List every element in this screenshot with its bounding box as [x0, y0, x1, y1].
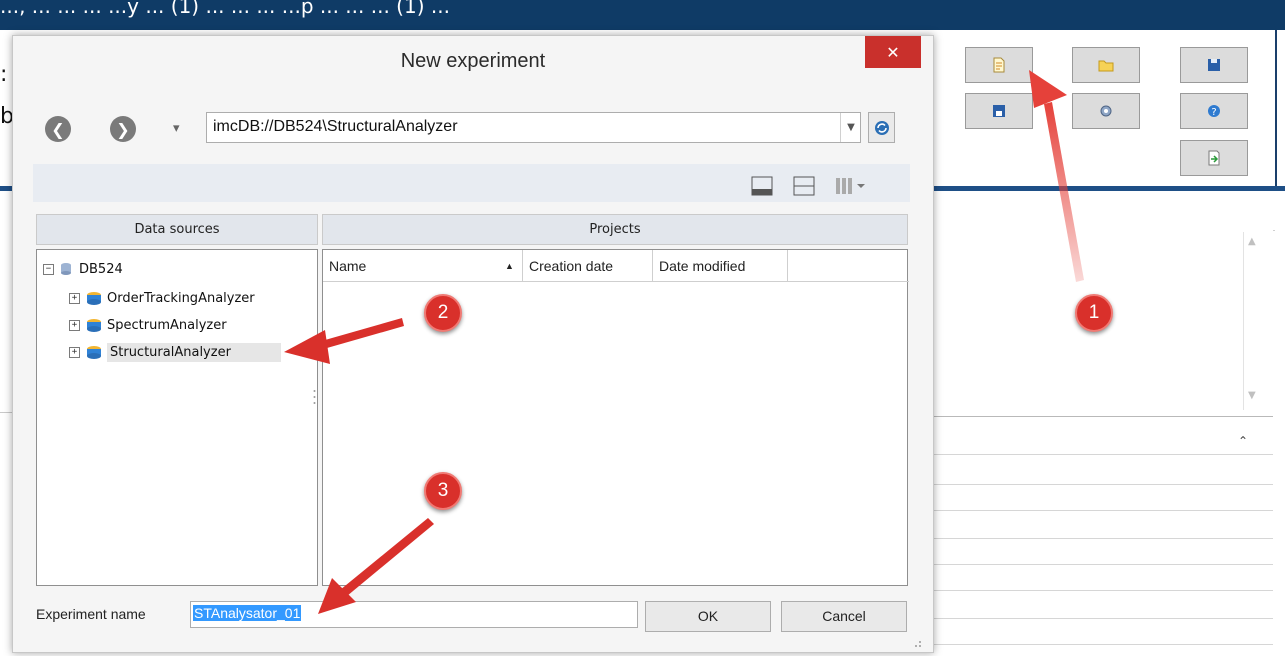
expand-toggle-icon[interactable]: + [69, 319, 80, 331]
scroll-down-icon[interactable]: ▼ [1248, 390, 1256, 401]
column-label: Name [329, 258, 367, 274]
dialog-title-bar: New experiment [13, 36, 933, 88]
step-2-badge: 2 [424, 294, 462, 332]
svg-text:?: ? [1211, 107, 1216, 118]
sort-ascending-icon: ▲ [505, 261, 514, 271]
columns-menu-icon[interactable] [835, 176, 867, 196]
resize-grip-icon[interactable] [909, 636, 923, 648]
scroll-up-icon[interactable]: ▲ [1248, 236, 1256, 247]
save-alt-icon [1208, 59, 1220, 71]
back-button[interactable]: ❮ [45, 116, 71, 142]
app-title-bar: ..., ... ... ... ...y ... (1) ... ... ..… [0, 0, 1285, 30]
column-header-creation[interactable]: Creation date [523, 250, 653, 282]
app-lower-grid: ⌃ [930, 428, 1273, 656]
new-experiment-dialog: New experiment ✕ ❮ ❯ ▾ imcDB://DB524\Str… [12, 35, 934, 653]
tree-node-root[interactable]: − DB524 [43, 258, 123, 280]
open-folder-icon [1098, 60, 1114, 72]
refresh-icon [874, 120, 889, 135]
close-icon: ✕ [886, 42, 900, 62]
column-header-modified[interactable]: Date modified [653, 250, 788, 282]
experiment-name-value: STAnalysator_01 [193, 605, 302, 621]
app-left-char-1: : [0, 62, 8, 87]
refresh-button[interactable] [868, 112, 895, 143]
project-db-icon [87, 319, 101, 332]
tree-node-label: DB524 [79, 261, 123, 277]
tree-node-label: SpectrumAnalyzer [107, 317, 227, 333]
tree-node-spectrum[interactable]: + SpectrumAnalyzer [69, 314, 227, 336]
projects-table: Name ▲ Creation date Date modified [322, 249, 909, 586]
tree-node-label-selected: StructuralAnalyzer [107, 342, 281, 362]
column-header-empty [788, 250, 909, 282]
data-sources-tree: − DB524 + OrderTrackingAnalyzer + Spectr… [36, 249, 318, 586]
project-db-icon [87, 292, 101, 305]
experiment-name-input[interactable]: STAnalysator_01 [190, 601, 638, 628]
path-dropdown-button[interactable]: ▼ [840, 113, 861, 142]
cancel-button[interactable]: Cancel [781, 601, 907, 632]
save-button[interactable] [965, 93, 1033, 129]
path-input[interactable]: imcDB://DB524\StructuralAnalyzer [206, 112, 861, 143]
new-experiment-button[interactable] [965, 47, 1033, 83]
history-dropdown-button[interactable]: ▾ [173, 121, 180, 136]
dialog-title: New experiment [400, 50, 546, 72]
forward-button[interactable]: ❯ [110, 116, 136, 142]
pane-splitter[interactable] [313, 387, 316, 411]
help-button[interactable]: ? [1180, 93, 1248, 129]
ok-button[interactable]: OK [645, 601, 771, 632]
collapse-toggle-icon[interactable]: − [43, 263, 54, 275]
settings-icon [1100, 105, 1112, 117]
tree-node-label: OrderTrackingAnalyzer [107, 290, 255, 306]
save-as-button[interactable] [1180, 47, 1248, 83]
arrow-right-icon: ❯ [116, 119, 130, 139]
tree-node-structural[interactable]: + StructuralAnalyzer [69, 341, 281, 363]
expand-toggle-icon[interactable]: + [69, 346, 80, 358]
open-button[interactable] [1072, 47, 1140, 83]
expand-toggle-icon[interactable]: + [69, 292, 80, 304]
layout-split-icon[interactable] [793, 176, 815, 196]
new-doc-icon [993, 57, 1005, 73]
database-icon [61, 263, 71, 275]
arrow-left-icon: ❮ [51, 119, 65, 139]
collapse-icon[interactable]: ⌃ [1238, 434, 1248, 448]
column-header-name[interactable]: Name ▲ [323, 250, 523, 282]
data-sources-header: Data sources [36, 214, 318, 245]
import-button[interactable] [1180, 140, 1248, 176]
step-1-badge: 1 [1075, 294, 1113, 332]
experiment-name-label: Experiment name [36, 606, 146, 622]
view-toolbar [33, 164, 910, 202]
projects-header: Projects [322, 214, 908, 245]
app-header-text: ..., ... ... ... ...y ... (1) ... ... ..… [0, 0, 450, 18]
close-button[interactable]: ✕ [865, 36, 921, 68]
chevron-down-icon: ▾ [173, 121, 180, 136]
step-3-badge: 3 [424, 472, 462, 510]
app-scrollbar[interactable]: ▲ ▼ [1243, 232, 1264, 410]
save-icon [993, 105, 1005, 117]
help-icon: ? [1208, 105, 1220, 118]
settings-button[interactable] [1072, 93, 1140, 129]
project-db-icon [87, 346, 101, 359]
layout-bottom-pane-icon[interactable] [751, 176, 773, 196]
tree-node-ordertracking[interactable]: + OrderTrackingAnalyzer [69, 287, 255, 309]
app-left-divider [0, 412, 12, 413]
import-icon [1208, 150, 1220, 166]
